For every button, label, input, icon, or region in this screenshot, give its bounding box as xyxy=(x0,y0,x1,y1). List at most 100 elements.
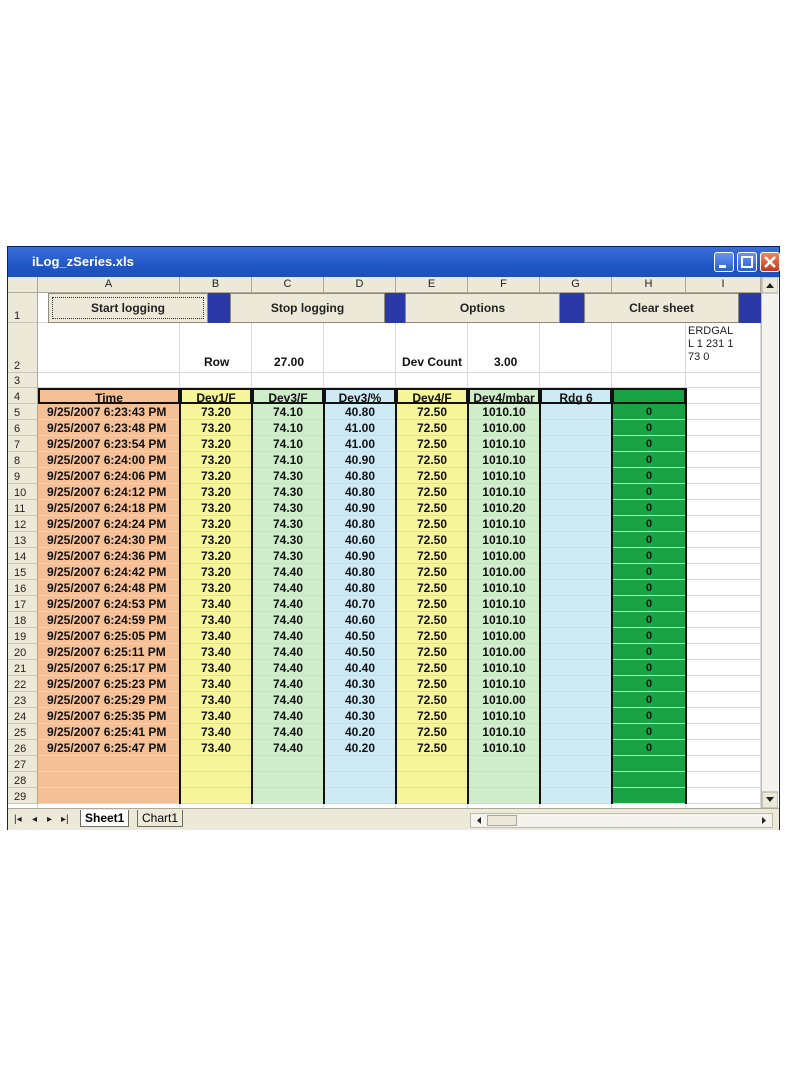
table-cell-dev3pct[interactable]: 40.30 xyxy=(324,692,396,708)
table-cell-dev3pct[interactable]: 40.50 xyxy=(324,628,396,644)
table-cell-dev1[interactable]: 73.20 xyxy=(180,468,252,484)
select-all-corner[interactable] xyxy=(8,277,38,293)
row-header[interactable]: 24 xyxy=(8,708,38,724)
column-header-f[interactable]: F xyxy=(468,277,540,293)
table-cell-dev1[interactable]: 73.40 xyxy=(180,628,252,644)
table-cell-rdg6[interactable] xyxy=(540,660,612,676)
table-cell-dev3pct[interactable]: 40.80 xyxy=(324,468,396,484)
table-cell-dev4mbar[interactable]: 1010.00 xyxy=(468,420,540,436)
row-header[interactable]: 8 xyxy=(8,452,38,468)
table-cell-time[interactable]: 9/25/2007 6:25:11 PM xyxy=(38,644,180,660)
table-cell-dev3f[interactable]: 74.40 xyxy=(252,724,324,740)
table-cell-dev3f[interactable]: 74.40 xyxy=(252,612,324,628)
table-cell-dev4mbar[interactable]: 1010.10 xyxy=(468,724,540,740)
table-cell-dev1[interactable]: 73.40 xyxy=(180,596,252,612)
row-header[interactable]: 22 xyxy=(8,676,38,692)
table-cell-dev4mbar[interactable]: 1010.10 xyxy=(468,612,540,628)
table-cell-error[interactable]: 0 xyxy=(612,420,686,436)
table-cell-dev1[interactable]: 73.20 xyxy=(180,580,252,596)
table-cell-dev3f[interactable]: 74.40 xyxy=(252,708,324,724)
table-cell-dev4mbar[interactable]: 1010.00 xyxy=(468,548,540,564)
table-cell-error[interactable]: 0 xyxy=(612,548,686,564)
table-cell-rdg6[interactable] xyxy=(540,516,612,532)
table-cell-dev4mbar[interactable]: 1010.10 xyxy=(468,580,540,596)
table-cell-error[interactable]: 0 xyxy=(612,580,686,596)
table-cell-time[interactable]: 9/25/2007 6:25:23 PM xyxy=(38,676,180,692)
table-cell-dev3pct[interactable]: 40.20 xyxy=(324,724,396,740)
table-cell-dev4mbar[interactable]: 1010.10 xyxy=(468,516,540,532)
table-cell-error[interactable]: 0 xyxy=(612,564,686,580)
table-cell-dev3pct[interactable]: 41.00 xyxy=(324,436,396,452)
table-cell-error[interactable]: 0 xyxy=(612,404,686,420)
row-header[interactable]: 21 xyxy=(8,660,38,676)
table-cell-dev4f[interactable]: 72.50 xyxy=(396,532,468,548)
table-cell-time[interactable]: 9/25/2007 6:24:53 PM xyxy=(38,596,180,612)
table-cell-dev3pct[interactable]: 40.30 xyxy=(324,676,396,692)
table-cell-dev1[interactable]: 73.20 xyxy=(180,420,252,436)
table-cell-dev3f[interactable]: 74.40 xyxy=(252,644,324,660)
table-cell-dev3pct[interactable]: 40.70 xyxy=(324,596,396,612)
table-cell-dev1[interactable]: 73.20 xyxy=(180,404,252,420)
table-cell-dev1[interactable]: 73.40 xyxy=(180,692,252,708)
table-cell-dev4f[interactable]: 72.50 xyxy=(396,452,468,468)
row-header[interactable]: 20 xyxy=(8,644,38,660)
table-cell-dev3f[interactable]: 74.30 xyxy=(252,548,324,564)
table-cell-dev3pct[interactable]: 40.90 xyxy=(324,452,396,468)
table-cell-dev3pct[interactable]: 40.50 xyxy=(324,644,396,660)
table-cell-dev4mbar[interactable]: 1010.00 xyxy=(468,628,540,644)
table-cell-dev4f[interactable]: 72.50 xyxy=(396,740,468,756)
table-cell-rdg6[interactable] xyxy=(540,532,612,548)
table-cell-error[interactable]: 0 xyxy=(612,708,686,724)
column-header-i[interactable]: I xyxy=(686,277,761,293)
table-cell-rdg6[interactable] xyxy=(540,484,612,500)
table-cell-dev3f[interactable]: 74.40 xyxy=(252,676,324,692)
row-header[interactable]: 7 xyxy=(8,436,38,452)
table-cell-dev4mbar[interactable]: 1010.10 xyxy=(468,740,540,756)
table-cell-dev4f[interactable]: 72.50 xyxy=(396,516,468,532)
column-header-a[interactable]: A xyxy=(38,277,180,293)
table-cell-dev4f[interactable]: 72.50 xyxy=(396,484,468,500)
table-cell-dev1[interactable]: 73.40 xyxy=(180,612,252,628)
table-cell-rdg6[interactable] xyxy=(540,452,612,468)
table-cell-error[interactable]: 0 xyxy=(612,676,686,692)
table-cell-dev1[interactable]: 73.40 xyxy=(180,740,252,756)
table-cell-dev3pct[interactable]: 40.60 xyxy=(324,612,396,628)
maximize-icon[interactable] xyxy=(737,252,757,272)
table-cell-time[interactable]: 9/25/2007 6:25:17 PM xyxy=(38,660,180,676)
table-cell-dev3f[interactable]: 74.10 xyxy=(252,452,324,468)
table-cell-dev1[interactable]: 73.40 xyxy=(180,676,252,692)
table-cell-time[interactable]: 9/25/2007 6:24:06 PM xyxy=(38,468,180,484)
table-cell-dev1[interactable]: 73.20 xyxy=(180,500,252,516)
table-cell-dev3pct[interactable]: 40.80 xyxy=(324,484,396,500)
table-cell-dev3f[interactable]: 74.30 xyxy=(252,532,324,548)
row-header[interactable]: 11 xyxy=(8,500,38,516)
row-header[interactable]: 5 xyxy=(8,404,38,420)
table-cell-rdg6[interactable] xyxy=(540,404,612,420)
row-header[interactable]: 25 xyxy=(8,724,38,740)
table-cell-dev4mbar[interactable]: 1010.00 xyxy=(468,564,540,580)
row-header[interactable]: 15 xyxy=(8,564,38,580)
table-cell-dev3f[interactable]: 74.30 xyxy=(252,500,324,516)
table-cell-dev3pct[interactable]: 40.80 xyxy=(324,404,396,420)
horizontal-scrollbar[interactable] xyxy=(470,813,773,828)
table-cell-time[interactable]: 9/25/2007 6:24:18 PM xyxy=(38,500,180,516)
table-cell-dev4f[interactable]: 72.50 xyxy=(396,404,468,420)
tab-sheet1[interactable]: Sheet1 xyxy=(80,810,130,827)
row-header[interactable]: 10 xyxy=(8,484,38,500)
table-cell-error[interactable]: 0 xyxy=(612,740,686,756)
table-cell-dev3pct[interactable]: 40.80 xyxy=(324,516,396,532)
table-cell-time[interactable]: 9/25/2007 6:24:59 PM xyxy=(38,612,180,628)
table-cell-dev3pct[interactable]: 41.00 xyxy=(324,420,396,436)
table-cell-dev1[interactable]: 73.20 xyxy=(180,564,252,580)
column-header-d[interactable]: D xyxy=(324,277,396,293)
table-cell-time[interactable]: 9/25/2007 6:24:42 PM xyxy=(38,564,180,580)
title-bar[interactable]: iLog_zSeries.xls xyxy=(8,247,780,277)
table-cell-dev4f[interactable]: 72.50 xyxy=(396,628,468,644)
table-cell-time[interactable]: 9/25/2007 6:25:35 PM xyxy=(38,708,180,724)
row-header[interactable]: 23 xyxy=(8,692,38,708)
table-cell-dev3f[interactable]: 74.40 xyxy=(252,660,324,676)
table-cell-rdg6[interactable] xyxy=(540,468,612,484)
table-cell-dev1[interactable]: 73.40 xyxy=(180,724,252,740)
table-cell-time[interactable]: 9/25/2007 6:23:48 PM xyxy=(38,420,180,436)
table-cell-dev3pct[interactable]: 40.40 xyxy=(324,660,396,676)
